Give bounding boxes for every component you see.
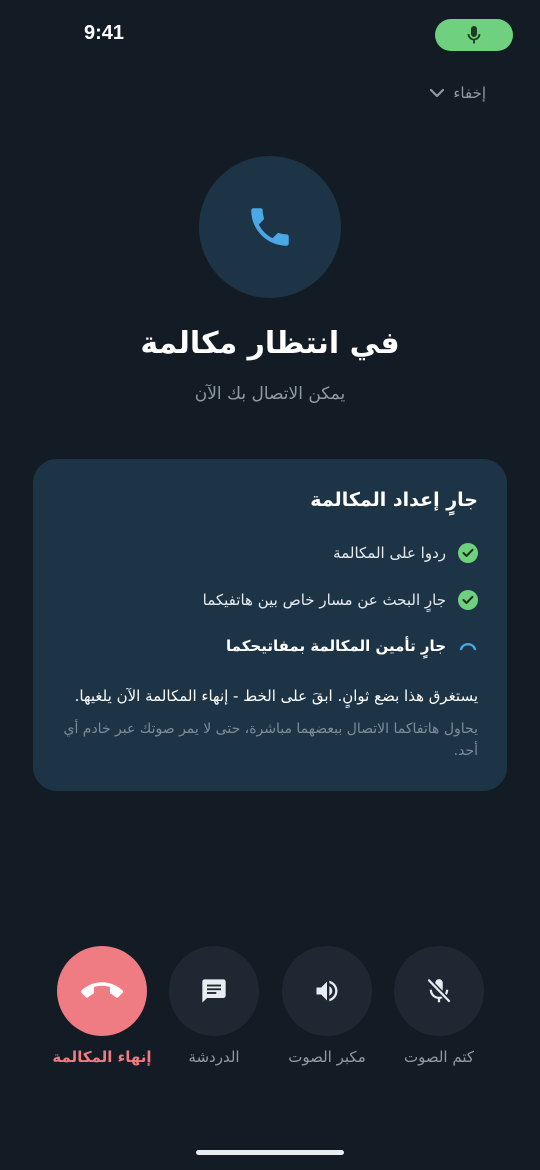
end-call-label: إنهاء المكالمة: [52, 1048, 152, 1066]
chat-icon: [202, 979, 226, 1003]
mic-off-icon: [427, 978, 451, 1003]
setup-step: جارٍ تأمين المكالمة بمفاتيحكما: [226, 636, 478, 656]
end-call-icon: [81, 982, 123, 998]
check-icon: [458, 543, 478, 563]
mic-icon: [467, 26, 481, 44]
speaker-icon: [316, 980, 338, 1002]
chat-button[interactable]: [169, 946, 259, 1036]
hide-label: إخفاء: [453, 84, 486, 102]
mute-button[interactable]: [394, 946, 484, 1036]
status-time: 9:41: [84, 22, 125, 44]
speaker-label: مكبر الصوت: [288, 1048, 366, 1066]
end-call-button[interactable]: [57, 946, 147, 1036]
chat-label: الدردشة: [188, 1048, 240, 1066]
setup-note: يستغرق هذا بضع ثوانٍ. ابقَ على الخط - إن…: [74, 687, 478, 705]
mute-label: كتم الصوت: [403, 1048, 475, 1066]
check-icon: [458, 590, 478, 610]
call-status-subtitle: يمكن الاتصال بك الآن: [194, 384, 346, 404]
mic-in-use-indicator[interactable]: [435, 19, 513, 51]
setup-step-label: جارٍ تأمين المكالمة بمفاتيحكما: [226, 637, 446, 655]
home-indicator[interactable]: [196, 1150, 344, 1155]
setup-step-label: جارٍ البحث عن مسار خاص بين هاتفيكما: [202, 591, 446, 609]
call-avatar: [199, 156, 341, 298]
setup-step-label: ردوا على المكالمة: [333, 544, 446, 562]
phone-icon: [251, 208, 289, 246]
setup-step: جارٍ البحث عن مسار خاص بين هاتفيكما: [203, 590, 478, 610]
hide-button[interactable]: إخفاء: [429, 84, 486, 102]
setup-card-title: جارٍ إعداد المكالمة: [310, 489, 478, 511]
speaker-button[interactable]: [282, 946, 372, 1036]
setup-step: ردوا على المكالمة: [333, 543, 478, 563]
chevron-down-icon: [430, 88, 445, 98]
loading-spinner-icon: [458, 636, 478, 656]
call-status-title: في انتظار مكالمة: [140, 326, 400, 361]
privacy-note: يحاول هاتفاكما الاتصال ببعضهما مباشرة، ح…: [63, 721, 478, 759]
call-setup-card: جارٍ إعداد المكالمة ردوا على المكالمة جا…: [33, 459, 507, 791]
